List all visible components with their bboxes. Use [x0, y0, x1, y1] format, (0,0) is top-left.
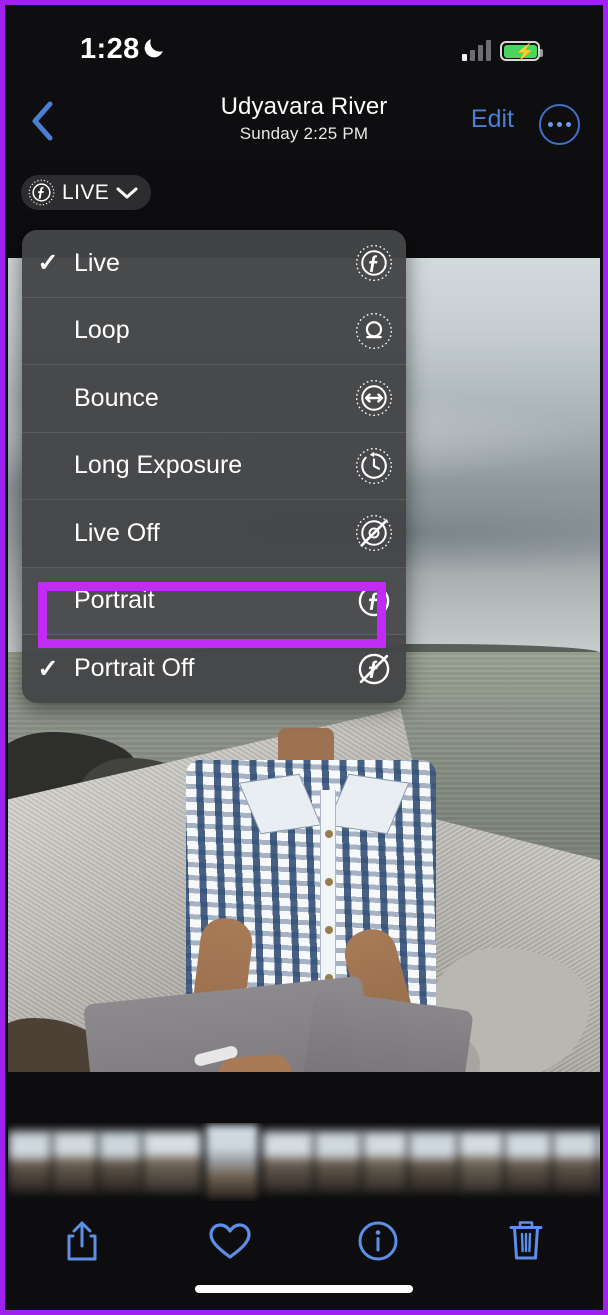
- filmstrip-thumbnail[interactable]: [8, 1131, 52, 1193]
- portrait-off-icon: [342, 650, 406, 688]
- live-photo-mode-button[interactable]: LIVE: [21, 175, 152, 210]
- filmstrip-thumbnail[interactable]: [504, 1131, 552, 1193]
- live-badge-label: LIVE: [62, 180, 110, 204]
- chevron-down-icon: [116, 187, 138, 198]
- info-circle-icon: [358, 1221, 398, 1261]
- ellipsis-dot: [566, 122, 571, 127]
- live-photo-icon: [28, 179, 55, 206]
- filmstrip-thumbnail[interactable]: [98, 1131, 142, 1193]
- more-options-button[interactable]: [539, 104, 580, 145]
- screenshot-frame: 1:28 ⚡ Udyavara River Sunday 2:25 PM Edi…: [0, 0, 608, 1315]
- menu-item-label: Loop: [74, 316, 130, 345]
- live-photo-effects-menu[interactable]: ✓ Live Loop Bounce Long Exposure Live Of…: [22, 230, 406, 703]
- ellipsis-dot: [548, 122, 553, 127]
- menu-item-label: Live Off: [74, 518, 160, 547]
- menu-item-label: Portrait: [74, 586, 155, 615]
- menu-item-label: Bounce: [74, 383, 159, 412]
- crescent-moon-icon: [144, 39, 163, 58]
- menu-item-loop[interactable]: Loop: [22, 298, 406, 365]
- filmstrip-thumbnail[interactable]: [142, 1131, 202, 1193]
- long-exposure-icon: [342, 447, 406, 485]
- menu-item-label: Long Exposure: [74, 451, 243, 480]
- menu-checkmark: ✓: [37, 654, 59, 683]
- favorite-button[interactable]: [156, 1211, 304, 1271]
- filmstrip-thumbnail[interactable]: [408, 1131, 458, 1193]
- battery-charging-icon: ⚡: [500, 41, 543, 61]
- cellular-bars-icon: [462, 40, 491, 61]
- menu-item-portrait-off[interactable]: ✓ Portrait Off: [22, 635, 406, 703]
- home-indicator: [195, 1285, 413, 1293]
- filmstrip-thumbnail[interactable]: [598, 1131, 600, 1193]
- filmstrip-thumbnail[interactable]: [458, 1131, 504, 1193]
- live-photo-icon: [342, 244, 406, 282]
- filmstrip-thumbnail[interactable]: [314, 1131, 362, 1193]
- filmstrip-thumbnail-selected[interactable]: [206, 1125, 258, 1199]
- menu-item-label: Portrait Off: [74, 654, 195, 683]
- filmstrip-thumbnail[interactable]: [262, 1131, 314, 1193]
- ellipsis-dot: [557, 122, 562, 127]
- menu-checkmark: ✓: [37, 249, 59, 278]
- photo-subject-person: [83, 728, 474, 1072]
- bounce-icon: [342, 379, 406, 417]
- filmstrip-thumbnail[interactable]: [362, 1131, 408, 1193]
- heart-icon: [209, 1223, 251, 1259]
- edit-button[interactable]: Edit: [471, 105, 514, 134]
- menu-item-portrait[interactable]: Portrait: [22, 568, 406, 635]
- share-icon: [67, 1221, 97, 1261]
- info-button[interactable]: [304, 1211, 452, 1271]
- phone-screen: 1:28 ⚡ Udyavara River Sunday 2:25 PM Edi…: [8, 5, 600, 1310]
- status-bar-clock: 1:28: [80, 33, 140, 65]
- live-photo-off-icon: [342, 514, 406, 552]
- filmstrip-thumbnail[interactable]: [552, 1131, 598, 1193]
- status-bar: 1:28 ⚡: [8, 5, 600, 83]
- menu-item-live-off[interactable]: Live Off: [22, 500, 406, 568]
- menu-item-long-exposure[interactable]: Long Exposure: [22, 433, 406, 500]
- status-bar-indicators: ⚡: [462, 37, 543, 61]
- trash-icon: [509, 1221, 543, 1260]
- navigation-bar: Udyavara River Sunday 2:25 PM Edit: [8, 83, 600, 163]
- menu-item-live[interactable]: ✓ Live: [22, 230, 406, 298]
- share-button[interactable]: [8, 1211, 156, 1271]
- filmstrip-thumbnail[interactable]: [52, 1131, 98, 1193]
- loop-icon: [342, 312, 406, 350]
- delete-button[interactable]: [452, 1211, 600, 1271]
- photo-filmstrip[interactable]: [8, 1123, 600, 1201]
- portrait-icon: [342, 582, 406, 620]
- photo-action-toolbar: [8, 1201, 600, 1281]
- menu-item-label: Live: [74, 248, 120, 277]
- menu-item-bounce[interactable]: Bounce: [22, 365, 406, 433]
